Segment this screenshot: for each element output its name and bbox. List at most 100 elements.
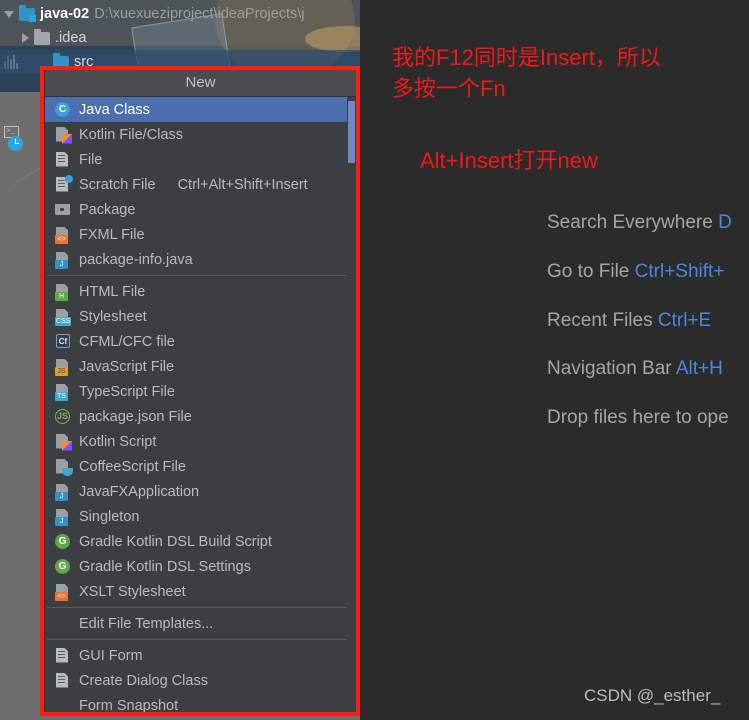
menu-item-kotlin-file-class[interactable]: Kotlin File/Class xyxy=(45,122,356,147)
menu-separator xyxy=(47,275,348,276)
menu-item-package-info-java[interactable]: J package-info.java xyxy=(45,247,356,272)
java-file-icon: J xyxy=(54,508,72,526)
menu-item-html-file[interactable]: H HTML File xyxy=(45,279,356,304)
new-popup-menu: New C Java Class Kotlin File/Class File xyxy=(44,68,357,713)
dialog-class-icon xyxy=(54,672,72,690)
menu-item-typescript-file[interactable]: TS TypeScript File xyxy=(45,379,356,404)
css-file-icon: CSS xyxy=(54,308,72,326)
kotlin-file-icon xyxy=(54,126,72,144)
hint-recent-files[interactable]: Recent Files Ctrl+E xyxy=(547,310,711,332)
chevron-down-icon[interactable] xyxy=(4,10,14,18)
menu-item-label: XSLT Stylesheet xyxy=(79,583,186,600)
hint-label: Drop files here to ope xyxy=(547,407,729,428)
menu-item-label: Stylesheet xyxy=(79,308,147,325)
menu-item-label: Kotlin Script xyxy=(79,433,157,450)
menu-item-label: Scratch File xyxy=(79,176,156,193)
source-folder-icon xyxy=(53,52,69,69)
menu-item-label: CFML/CFC file xyxy=(79,333,175,350)
annotation-note-2: Alt+Insert打开new xyxy=(420,148,598,173)
nodejs-file-icon: JS xyxy=(54,408,72,426)
menu-item-javascript-file[interactable]: JS JavaScript File xyxy=(45,354,356,379)
javascript-file-icon: JS xyxy=(54,358,72,376)
hint-search-everywhere[interactable]: Search Everywhere D xyxy=(547,212,732,234)
menu-item-label: Kotlin File/Class xyxy=(79,126,183,143)
hint-shortcut: Ctrl+E xyxy=(657,310,712,331)
menu-item-gui-form[interactable]: GUI Form xyxy=(45,643,356,668)
menu-item-label: Edit File Templates... xyxy=(79,615,214,632)
package-icon xyxy=(54,201,72,219)
module-folder-icon xyxy=(19,4,36,22)
menu-item-gradle-kotlin-dsl-build-script[interactable]: G Gradle Kotlin DSL Build Script xyxy=(45,529,356,554)
hint-go-to-file[interactable]: Go to File Ctrl+Shift+ xyxy=(547,261,724,283)
java-file-icon: J xyxy=(54,483,72,501)
menu-item-package[interactable]: Package xyxy=(45,197,356,222)
menu-separator xyxy=(47,607,348,608)
hint-label: Go to File xyxy=(547,261,630,282)
hint-shortcut: Alt+H xyxy=(675,358,723,379)
menu-list: C Java Class Kotlin File/Class File Scra… xyxy=(45,97,356,713)
scratch-file-icon xyxy=(54,174,73,194)
menu-item-stylesheet[interactable]: CSS Stylesheet xyxy=(45,304,356,329)
menu-item-singleton[interactable]: J Singleton xyxy=(45,504,356,529)
menu-item-javafxapplication[interactable]: J JavaFXApplication xyxy=(45,479,356,504)
hint-label: Navigation Bar xyxy=(547,358,672,379)
menu-item-fxml-file[interactable]: <> FXML File xyxy=(45,222,356,247)
menu-item-label: package-info.java xyxy=(79,251,193,268)
hint-navigation-bar[interactable]: Navigation Bar Alt+H xyxy=(547,358,723,380)
menu-item-package-json-file[interactable]: JS package.json File xyxy=(45,404,356,429)
menu-item-xslt-stylesheet[interactable]: <> XSLT Stylesheet xyxy=(45,579,356,604)
editor-empty-state: 我的F12同时是Insert，所以 多按一个Fn Alt+Insert打开new… xyxy=(360,0,749,720)
menu-item-cfml-cfc-file[interactable]: Cf CFML/CFC file xyxy=(45,329,356,354)
kotlin-script-icon xyxy=(54,433,72,451)
menu-item-label: FXML File xyxy=(79,226,145,243)
screen: >_ java-02 D:\xuexueziproject\ideaProjec… xyxy=(0,0,749,720)
menu-item-java-class[interactable]: C Java Class xyxy=(45,97,356,122)
menu-item-label: Java Class xyxy=(79,101,150,118)
fxml-file-icon: <> xyxy=(54,226,72,244)
typescript-file-icon: TS xyxy=(54,383,72,401)
tree-row-project[interactable]: java-02 D:\xuexueziproject\ideaProjects\… xyxy=(4,2,305,26)
menu-item-label: package.json File xyxy=(79,408,192,425)
menu-separator xyxy=(47,639,348,640)
menu-item-coffeescript-file[interactable]: CoffeeScript File xyxy=(45,454,356,479)
project-name: java-02 xyxy=(40,6,90,22)
menu-item-gradle-kotlin-dsl-settings[interactable]: G Gradle Kotlin DSL Settings xyxy=(45,554,356,579)
menu-item-label: Singleton xyxy=(79,508,140,525)
hint-shortcut: D xyxy=(718,212,732,233)
file-icon xyxy=(54,151,72,169)
menu-item-shortcut: Ctrl+Alt+Shift+Insert xyxy=(177,176,308,193)
menu-item-label: JavaScript File xyxy=(79,358,175,375)
menu-item-label: Gradle Kotlin DSL Settings xyxy=(79,558,251,575)
hint-shortcut: Ctrl+Shift+ xyxy=(634,261,725,282)
hint-label: Recent Files xyxy=(547,310,653,331)
menu-item-label: JavaFXApplication xyxy=(79,483,200,500)
folder-icon xyxy=(34,28,50,45)
popup-scrollbar-thumb[interactable] xyxy=(348,101,355,163)
project-path: D:\xuexueziproject\ideaProjects\j xyxy=(94,6,305,22)
java-file-icon: J xyxy=(54,251,72,269)
chevron-right-icon[interactable] xyxy=(22,33,29,43)
tree-row-idea[interactable]: .idea xyxy=(22,26,86,50)
annotation-note-1: 我的F12同时是Insert，所以 多按一个Fn xyxy=(392,42,661,104)
menu-item-edit-file-templates[interactable]: Edit File Templates... xyxy=(45,611,356,636)
menu-item-file[interactable]: File xyxy=(45,147,356,172)
gradle-icon: G xyxy=(54,558,72,576)
event-log-icon[interactable] xyxy=(8,136,26,154)
menu-item-label: GUI Form xyxy=(79,647,143,664)
menu-item-form-snapshot[interactable]: Form Snapshot xyxy=(45,693,356,713)
menu-item-label: Form Snapshot xyxy=(79,697,179,713)
menu-item-scratch-file[interactable]: Scratch File Ctrl+Alt+Shift+Insert xyxy=(45,172,356,197)
menu-item-label: File xyxy=(79,151,103,168)
xslt-file-icon: <> xyxy=(54,583,72,601)
menu-item-create-dialog-class[interactable]: Create Dialog Class xyxy=(45,668,356,693)
menu-item-label: Gradle Kotlin DSL Build Script xyxy=(79,533,272,550)
menu-item-kotlin-script[interactable]: Kotlin Script xyxy=(45,429,356,454)
popup-scrollbar[interactable] xyxy=(347,97,356,712)
hint-drop-files: Drop files here to ope xyxy=(547,407,729,429)
annotation-note-line2: 多按一个Fn xyxy=(392,76,506,101)
menu-item-label: TypeScript File xyxy=(79,383,175,400)
gradle-icon: G xyxy=(54,533,72,551)
html-file-icon: H xyxy=(54,283,72,301)
coffeescript-file-icon xyxy=(54,458,73,476)
java-class-icon: C xyxy=(54,101,72,119)
